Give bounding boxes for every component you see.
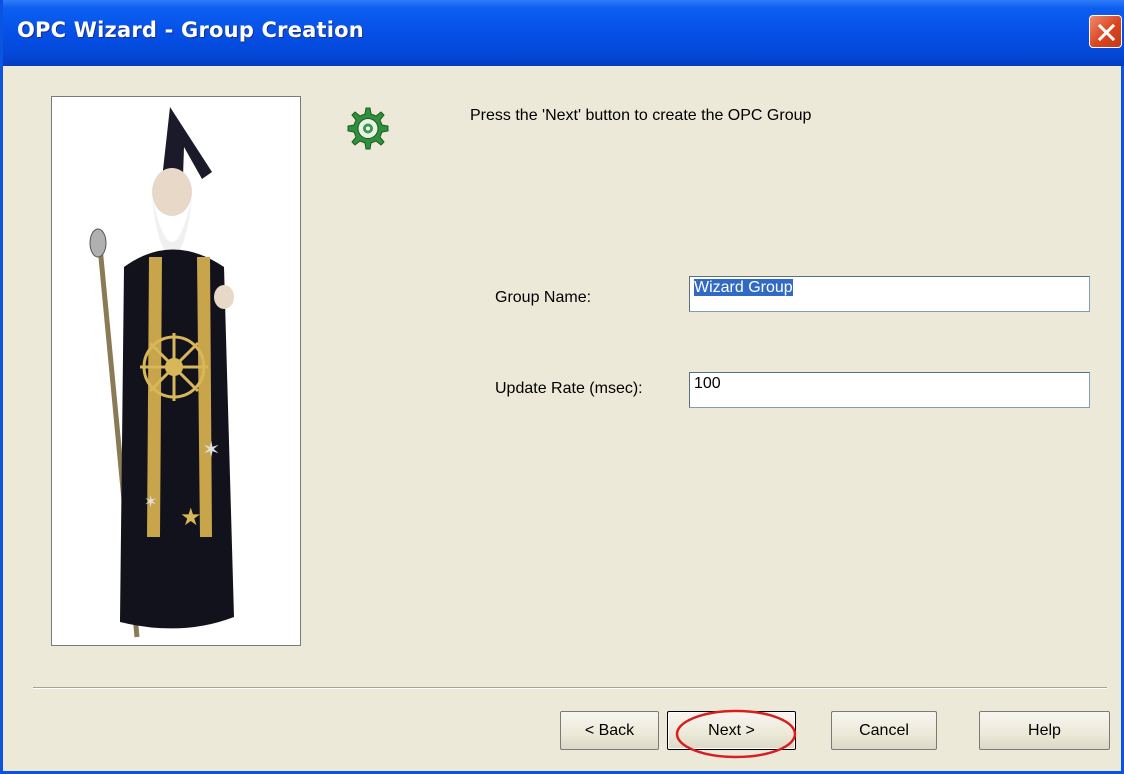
group-name-label: Group Name: bbox=[495, 289, 592, 306]
update-rate-label: Update Rate (msec): bbox=[495, 380, 643, 397]
gear-icon bbox=[347, 107, 389, 150]
back-button[interactable]: < Back bbox=[560, 711, 659, 750]
close-icon bbox=[1097, 23, 1116, 42]
svg-text:✶: ✶ bbox=[144, 492, 157, 511]
button-separator bbox=[33, 687, 1107, 689]
window-title: OPC Wizard - Group Creation bbox=[17, 18, 364, 42]
instruction-text: Press the 'Next' button to create the OP… bbox=[470, 107, 812, 124]
dialog-window: OPC Wizard - Group Creation ✶ ★ ✶ Press … bbox=[0, 0, 1124, 774]
wizard-figure: ✶ ★ ✶ bbox=[89, 107, 234, 638]
wizard-illustration: ✶ ★ ✶ bbox=[51, 96, 301, 646]
cancel-button[interactable]: Cancel bbox=[831, 711, 937, 750]
title-bar[interactable]: OPC Wizard - Group Creation bbox=[3, 0, 1124, 66]
svg-text:✶: ✶ bbox=[202, 438, 220, 463]
update-rate-input[interactable]: 100 bbox=[689, 372, 1090, 408]
svg-text:★: ★ bbox=[180, 503, 202, 531]
group-name-value: Wizard Group bbox=[694, 279, 793, 296]
update-rate-value: 100 bbox=[694, 375, 721, 392]
close-button[interactable] bbox=[1089, 15, 1122, 48]
group-name-input[interactable]: Wizard Group bbox=[689, 276, 1090, 312]
help-button[interactable]: Help bbox=[979, 711, 1110, 750]
next-button[interactable]: Next > bbox=[667, 711, 796, 750]
